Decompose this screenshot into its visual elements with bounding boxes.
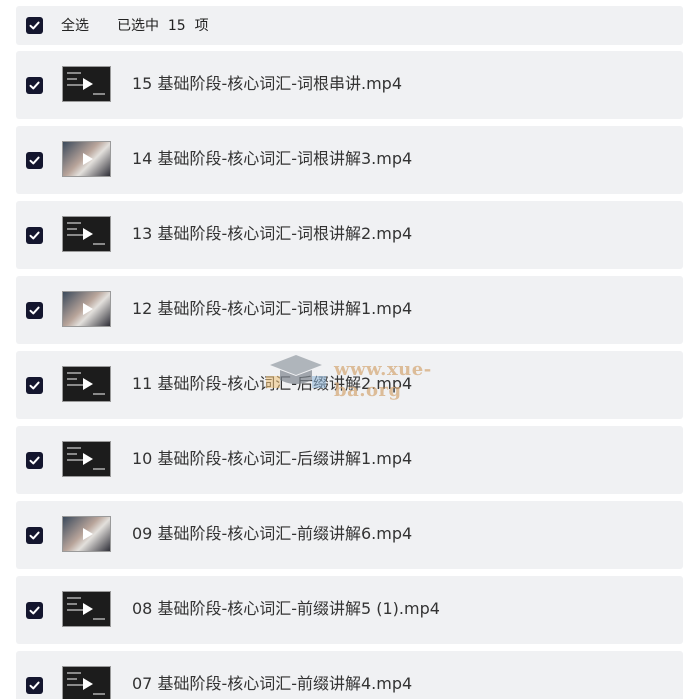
file-checkbox[interactable] [26, 227, 43, 244]
file-checkbox[interactable] [26, 302, 43, 319]
check-icon [29, 231, 40, 240]
file-row[interactable]: 11 基础阶段-核心词汇-后缀讲解2.mp4 [16, 351, 683, 419]
file-row[interactable]: 07 基础阶段-核心词汇-前缀讲解4.mp4 [16, 651, 683, 699]
select-all-label[interactable]: 全选 [61, 16, 89, 36]
check-icon [29, 21, 40, 30]
video-thumbnail[interactable] [62, 516, 111, 552]
video-thumbnail[interactable] [62, 291, 111, 327]
file-name[interactable]: 09 基础阶段-核心词汇-前缀讲解6.mp4 [132, 524, 412, 544]
file-row[interactable]: 13 基础阶段-核心词汇-词根讲解2.mp4 [16, 201, 683, 269]
check-icon [29, 456, 40, 465]
file-row[interactable]: 14 基础阶段-核心词汇-词根讲解3.mp4 [16, 126, 683, 194]
video-thumbnail[interactable] [62, 366, 111, 402]
file-row[interactable]: 12 基础阶段-核心词汇-词根讲解1.mp4 [16, 276, 683, 344]
select-all-checkbox[interactable] [26, 17, 43, 34]
play-icon [82, 378, 93, 390]
video-thumbnail[interactable] [62, 441, 111, 477]
video-thumbnail[interactable] [62, 216, 111, 252]
file-selection-page: 全选 已选中 15 项 15 基础阶段-核心词汇-词根串讲.mp4 14 基础阶段… [0, 0, 683, 699]
check-icon [29, 81, 40, 90]
play-icon [82, 603, 93, 615]
thumbnail-text-line [93, 618, 105, 620]
thumbnail-text-line [67, 72, 81, 74]
check-icon [29, 531, 40, 540]
thumbnail-text-line [67, 453, 77, 455]
thumbnail-text-line [67, 447, 81, 449]
file-row[interactable]: 15 基础阶段-核心词汇-词根串讲.mp4 [16, 51, 683, 119]
thumbnail-text-line [67, 672, 81, 674]
file-row[interactable]: 08 基础阶段-核心词汇-前缀讲解5 (1).mp4 [16, 576, 683, 644]
play-icon [82, 228, 93, 240]
thumbnail-text-line [67, 603, 77, 605]
file-name[interactable]: 08 基础阶段-核心词汇-前缀讲解5 (1).mp4 [132, 599, 440, 619]
video-thumbnail[interactable] [62, 591, 111, 627]
file-checkbox[interactable] [26, 77, 43, 94]
play-icon [82, 528, 93, 540]
file-name[interactable]: 10 基础阶段-核心词汇-后缀讲解1.mp4 [132, 449, 412, 469]
file-checkbox[interactable] [26, 452, 43, 469]
play-icon [82, 78, 93, 90]
thumbnail-text-line [67, 609, 83, 611]
thumbnail-text-line [93, 468, 105, 470]
thumbnail-text-line [67, 378, 77, 380]
check-icon [29, 681, 40, 690]
check-icon [29, 306, 40, 315]
check-icon [29, 156, 40, 165]
thumbnail-text-line [67, 228, 77, 230]
thumbnail-text-line [93, 393, 105, 395]
file-checkbox[interactable] [26, 377, 43, 394]
video-thumbnail[interactable] [62, 66, 111, 102]
file-checkbox[interactable] [26, 152, 43, 169]
play-icon [82, 453, 93, 465]
check-icon [29, 606, 40, 615]
file-checkbox[interactable] [26, 602, 43, 619]
file-name[interactable]: 12 基础阶段-核心词汇-词根讲解1.mp4 [132, 299, 412, 319]
file-name[interactable]: 15 基础阶段-核心词汇-词根串讲.mp4 [132, 74, 402, 94]
play-icon [82, 303, 93, 315]
file-row[interactable]: 10 基础阶段-核心词汇-后缀讲解1.mp4 [16, 426, 683, 494]
thumbnail-text-line [93, 93, 105, 95]
thumbnail-text-line [67, 372, 81, 374]
file-name[interactable]: 13 基础阶段-核心词汇-词根讲解2.mp4 [132, 224, 412, 244]
thumbnail-text-line [67, 234, 83, 236]
thumbnail-text-line [67, 78, 77, 80]
play-icon [82, 153, 93, 165]
thumbnail-text-line [67, 384, 83, 386]
video-thumbnail[interactable] [62, 141, 111, 177]
file-name[interactable]: 14 基础阶段-核心词汇-词根讲解3.mp4 [132, 149, 412, 169]
selected-count-text: 已选中 15 项 [117, 18, 209, 34]
file-name[interactable]: 11 基础阶段-核心词汇-后缀讲解2.mp4 [132, 374, 412, 394]
file-row[interactable]: 09 基础阶段-核心词汇-前缀讲解6.mp4 [16, 501, 683, 569]
file-checkbox[interactable] [26, 527, 43, 544]
thumbnail-text-line [67, 459, 83, 461]
play-icon [82, 678, 93, 690]
video-thumbnail[interactable] [62, 666, 111, 699]
file-name[interactable]: 07 基础阶段-核心词汇-前缀讲解4.mp4 [132, 674, 412, 694]
thumbnail-text-line [67, 678, 77, 680]
thumbnail-text-line [93, 693, 105, 695]
thumbnail-text-line [67, 597, 81, 599]
thumbnail-text-line [93, 243, 105, 245]
file-checkbox[interactable] [26, 677, 43, 694]
thumbnail-text-line [67, 84, 83, 86]
select-all-bar: 全选 已选中 15 项 [16, 6, 683, 45]
check-icon [29, 381, 40, 390]
thumbnail-text-line [67, 684, 83, 686]
thumbnail-text-line [67, 222, 81, 224]
